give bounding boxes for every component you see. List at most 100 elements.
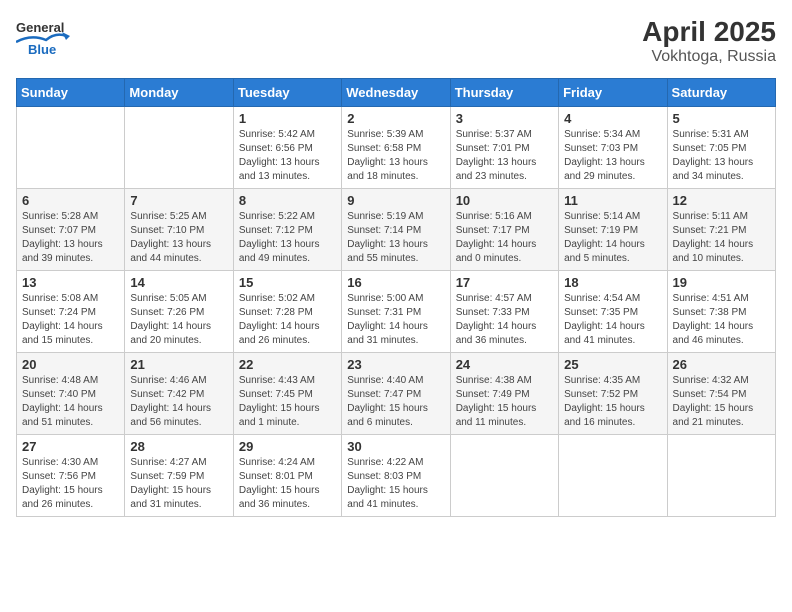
day-number: 26	[673, 357, 770, 372]
table-row	[125, 107, 233, 189]
day-number: 12	[673, 193, 770, 208]
table-row: 13 Sunrise: 5:08 AM Sunset: 7:24 PM Dayli…	[17, 271, 125, 353]
day-info: Sunrise: 5:14 AM Sunset: 7:19 PM Dayligh…	[564, 210, 661, 266]
day-info: Sunrise: 4:54 AM Sunset: 7:35 PM Dayligh…	[564, 292, 661, 348]
day-info: Sunrise: 4:38 AM Sunset: 7:49 PM Dayligh…	[456, 374, 553, 430]
table-row: 8 Sunrise: 5:22 AM Sunset: 7:12 PM Daylig…	[233, 189, 341, 271]
table-row: 4 Sunrise: 5:34 AM Sunset: 7:03 PM Daylig…	[559, 107, 667, 189]
day-info: Sunrise: 4:40 AM Sunset: 7:47 PM Dayligh…	[347, 374, 444, 430]
calendar-week-row: 27 Sunrise: 4:30 AM Sunset: 7:56 PM Dayli…	[17, 435, 776, 517]
day-number: 24	[456, 357, 553, 372]
day-number: 18	[564, 275, 661, 290]
day-number: 15	[239, 275, 336, 290]
calendar-table: Sunday Monday Tuesday Wednesday Thursday…	[16, 78, 776, 517]
day-number: 4	[564, 111, 661, 126]
day-info: Sunrise: 4:57 AM Sunset: 7:33 PM Dayligh…	[456, 292, 553, 348]
day-number: 5	[673, 111, 770, 126]
table-row: 5Sunrise: 5:31 AM Sunset: 7:05 PM Daylig…	[667, 107, 775, 189]
day-number: 7	[130, 193, 227, 208]
svg-text:General: General	[16, 20, 64, 35]
table-row: 15 Sunrise: 5:02 AM Sunset: 7:28 PM Dayli…	[233, 271, 341, 353]
day-info: Sunrise: 5:11 AM Sunset: 7:21 PM Dayligh…	[673, 210, 770, 266]
table-row: 16Sunrise: 5:00 AM Sunset: 7:31 PM Dayli…	[342, 271, 450, 353]
day-info: Sunrise: 4:27 AM Sunset: 7:59 PM Dayligh…	[130, 456, 227, 512]
day-number: 27	[22, 439, 119, 454]
day-info: Sunrise: 4:22 AM Sunset: 8:03 PM Dayligh…	[347, 456, 444, 512]
table-row: 17 Sunrise: 4:57 AM Sunset: 7:33 PM Dayli…	[450, 271, 558, 353]
day-number: 13	[22, 275, 119, 290]
table-row: 25 Sunrise: 4:35 AM Sunset: 7:52 PM Dayli…	[559, 353, 667, 435]
table-row	[559, 435, 667, 517]
days-header-row: Sunday Monday Tuesday Wednesday Thursday…	[17, 79, 776, 107]
day-info: Sunrise: 5:19 AM Sunset: 7:14 PM Dayligh…	[347, 210, 444, 266]
day-number: 8	[239, 193, 336, 208]
table-row: 28 Sunrise: 4:27 AM Sunset: 7:59 PM Dayli…	[125, 435, 233, 517]
day-number: 25	[564, 357, 661, 372]
day-info: Sunrise: 4:43 AM Sunset: 7:45 PM Dayligh…	[239, 374, 336, 430]
header-friday: Friday	[559, 79, 667, 107]
day-number: 21	[130, 357, 227, 372]
day-number: 10	[456, 193, 553, 208]
day-number: 20	[22, 357, 119, 372]
day-number: 23	[347, 357, 444, 372]
day-number: 14	[130, 275, 227, 290]
table-row: 27 Sunrise: 4:30 AM Sunset: 7:56 PM Dayli…	[17, 435, 125, 517]
day-info: Sunrise: 5:16 AM Sunset: 7:17 PM Dayligh…	[456, 210, 553, 266]
day-info: Sunrise: 5:28 AM Sunset: 7:07 PM Dayligh…	[22, 210, 119, 266]
day-info: Sunrise: 5:25 AM Sunset: 7:10 PM Dayligh…	[130, 210, 227, 266]
day-number: 29	[239, 439, 336, 454]
calendar-week-row: 1 Sunrise: 5:42 AM Sunset: 6:56 PM Daylig…	[17, 107, 776, 189]
table-row: 7 Sunrise: 5:25 AM Sunset: 7:10 PM Daylig…	[125, 189, 233, 271]
table-row: 10 Sunrise: 5:16 AM Sunset: 7:17 PM Dayli…	[450, 189, 558, 271]
table-row: 20 Sunrise: 4:48 AM Sunset: 7:40 PM Dayli…	[17, 353, 125, 435]
day-info: Sunrise: 5:39 AM Sunset: 6:58 PM Dayligh…	[347, 128, 444, 184]
day-info: Sunrise: 4:24 AM Sunset: 8:01 PM Dayligh…	[239, 456, 336, 512]
header-tuesday: Tuesday	[233, 79, 341, 107]
table-row: 24 Sunrise: 4:38 AM Sunset: 7:49 PM Dayli…	[450, 353, 558, 435]
table-row	[17, 107, 125, 189]
calendar-week-row: 6 Sunrise: 5:28 AM Sunset: 7:07 PM Daylig…	[17, 189, 776, 271]
day-number: 19	[673, 275, 770, 290]
day-number: 22	[239, 357, 336, 372]
day-number: 28	[130, 439, 227, 454]
day-number: 16	[347, 275, 444, 290]
day-info: Sunrise: 4:30 AM Sunset: 7:56 PM Dayligh…	[22, 456, 119, 512]
table-row: 29 Sunrise: 4:24 AM Sunset: 8:01 PM Dayli…	[233, 435, 341, 517]
day-info: Sunrise: 4:46 AM Sunset: 7:42 PM Dayligh…	[130, 374, 227, 430]
day-info: Sunrise: 5:42 AM Sunset: 6:56 PM Dayligh…	[239, 128, 336, 184]
day-number: 17	[456, 275, 553, 290]
table-row: 6 Sunrise: 5:28 AM Sunset: 7:07 PM Daylig…	[17, 189, 125, 271]
logo: General Blue	[16, 16, 96, 56]
day-number: 3	[456, 111, 553, 126]
table-row: 21 Sunrise: 4:46 AM Sunset: 7:42 PM Dayli…	[125, 353, 233, 435]
calendar-week-row: 13 Sunrise: 5:08 AM Sunset: 7:24 PM Dayli…	[17, 271, 776, 353]
table-row: 11 Sunrise: 5:14 AM Sunset: 7:19 PM Dayli…	[559, 189, 667, 271]
header-monday: Monday	[125, 79, 233, 107]
table-row: 1 Sunrise: 5:42 AM Sunset: 6:56 PM Daylig…	[233, 107, 341, 189]
table-row: 30Sunrise: 4:22 AM Sunset: 8:03 PM Dayli…	[342, 435, 450, 517]
day-info: Sunrise: 5:08 AM Sunset: 7:24 PM Dayligh…	[22, 292, 119, 348]
table-row: 3Sunrise: 5:37 AM Sunset: 7:01 PM Daylig…	[450, 107, 558, 189]
day-number: 6	[22, 193, 119, 208]
table-row: 2 Sunrise: 5:39 AM Sunset: 6:58 PM Daylig…	[342, 107, 450, 189]
day-info: Sunrise: 5:22 AM Sunset: 7:12 PM Dayligh…	[239, 210, 336, 266]
table-row: 23 Sunrise: 4:40 AM Sunset: 7:47 PM Dayli…	[342, 353, 450, 435]
day-info: Sunrise: 4:35 AM Sunset: 7:52 PM Dayligh…	[564, 374, 661, 430]
day-info: Sunrise: 4:51 AM Sunset: 7:38 PM Dayligh…	[673, 292, 770, 348]
day-info: Sunrise: 4:48 AM Sunset: 7:40 PM Dayligh…	[22, 374, 119, 430]
table-row	[667, 435, 775, 517]
day-number: 2	[347, 111, 444, 126]
calendar-week-row: 20 Sunrise: 4:48 AM Sunset: 7:40 PM Dayli…	[17, 353, 776, 435]
table-row: 9 Sunrise: 5:19 AM Sunset: 7:14 PM Daylig…	[342, 189, 450, 271]
day-number: 9	[347, 193, 444, 208]
header-wednesday: Wednesday	[342, 79, 450, 107]
day-number: 1	[239, 111, 336, 126]
calendar-subtitle: Vokhtoga, Russia	[642, 48, 776, 66]
table-row: 22 Sunrise: 4:43 AM Sunset: 7:45 PM Dayli…	[233, 353, 341, 435]
day-info: Sunrise: 5:05 AM Sunset: 7:26 PM Dayligh…	[130, 292, 227, 348]
header: General Blue April 2025 Vokhtoga, Russia	[16, 16, 776, 66]
header-sunday: Sunday	[17, 79, 125, 107]
day-info: Sunrise: 5:34 AM Sunset: 7:03 PM Dayligh…	[564, 128, 661, 184]
day-number: 11	[564, 193, 661, 208]
day-info: Sunrise: 5:02 AM Sunset: 7:28 PM Dayligh…	[239, 292, 336, 348]
